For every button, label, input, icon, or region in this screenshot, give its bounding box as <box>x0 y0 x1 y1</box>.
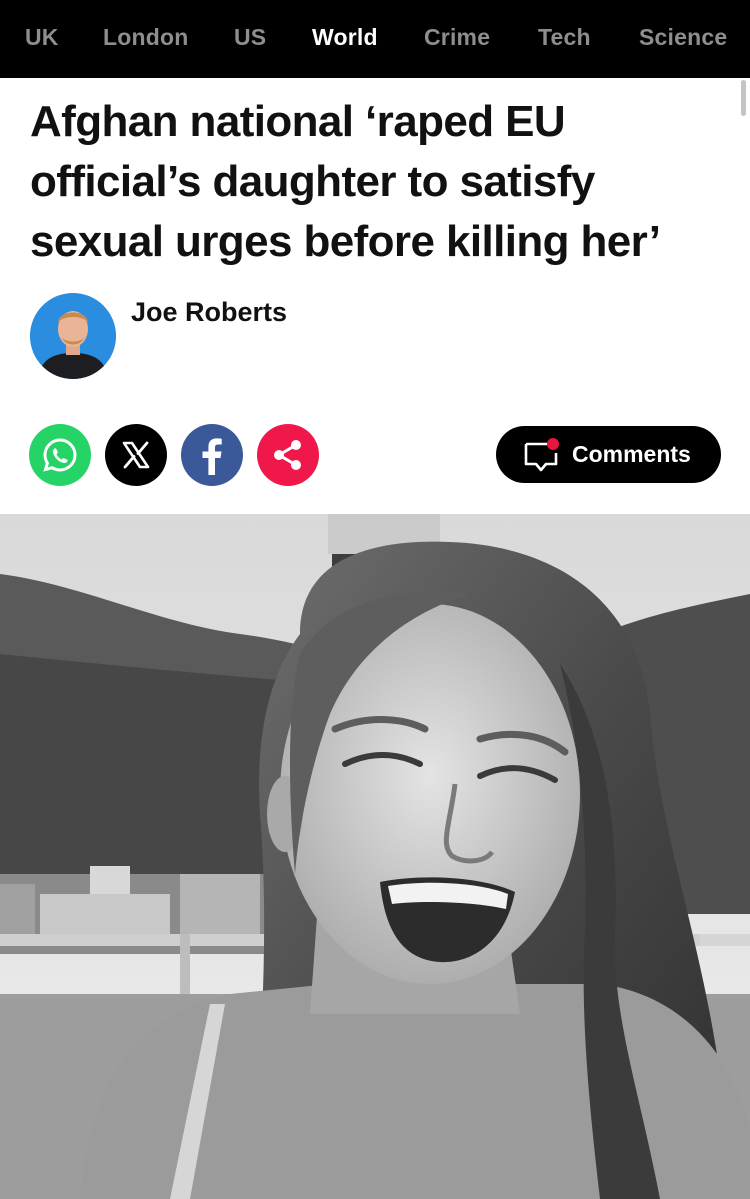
nav-item-uk[interactable]: UK <box>25 24 59 51</box>
article-headline: Afghan national ‘raped EU official’s dau… <box>30 97 661 266</box>
facebook-share-button[interactable] <box>181 424 243 486</box>
nav-item-science[interactable]: Science <box>639 24 727 51</box>
comments-button[interactable]: Comments <box>496 426 721 483</box>
nav-item-world[interactable]: World <box>312 24 378 51</box>
x-icon <box>122 441 150 469</box>
comment-bubble-icon <box>524 437 559 471</box>
author-avatar[interactable] <box>30 293 116 379</box>
share-button[interactable] <box>257 424 319 486</box>
author-portrait-icon <box>30 293 116 379</box>
scrollbar[interactable] <box>741 80 746 116</box>
whatsapp-icon <box>43 438 77 472</box>
top-navigation: UK London US World Crime Tech Science <box>0 0 750 78</box>
author-name[interactable]: Joe Roberts <box>131 297 287 328</box>
facebook-icon <box>202 438 222 475</box>
comments-label: Comments <box>572 441 691 467</box>
article-hero-image[interactable] <box>0 514 750 1199</box>
whatsapp-share-button[interactable] <box>29 424 91 486</box>
nav-item-london[interactable]: London <box>103 24 189 51</box>
nav-item-us[interactable]: US <box>234 24 266 51</box>
photo-icon <box>0 514 750 1199</box>
notification-badge <box>547 437 559 450</box>
x-share-button[interactable] <box>105 424 167 486</box>
share-icon <box>274 440 301 470</box>
nav-item-crime[interactable]: Crime <box>424 24 490 51</box>
nav-item-tech[interactable]: Tech <box>538 24 591 51</box>
